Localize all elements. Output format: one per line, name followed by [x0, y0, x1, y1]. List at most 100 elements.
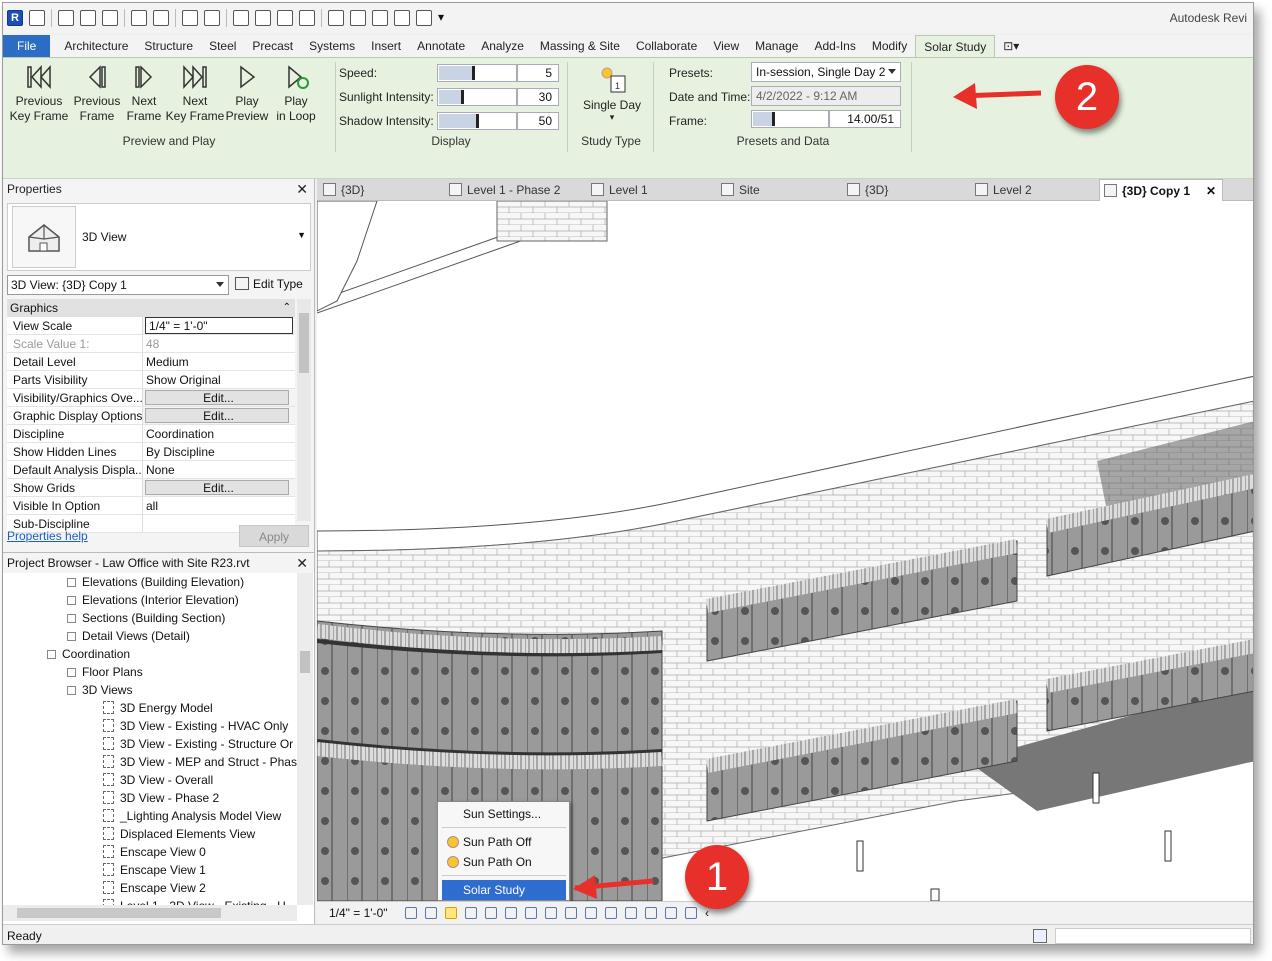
reveal-constraints-icon[interactable]: [685, 907, 697, 919]
expand-icon[interactable]: [67, 596, 76, 605]
expand-icon[interactable]: [67, 632, 76, 641]
property-edit-button[interactable]: Edit...: [145, 390, 289, 405]
presets-dropdown[interactable]: In-session, Single Day 2: [751, 62, 901, 82]
sunlight-intensity-slider[interactable]: [437, 88, 517, 106]
next-key-frame-button[interactable]: Next Key Frame: [163, 62, 227, 124]
highlight-displacement-icon[interactable]: [665, 907, 677, 919]
reveal-hidden-icon[interactable]: [585, 907, 597, 919]
browser-view-item[interactable]: _Lighting Analysis Model View: [103, 807, 281, 825]
worksharing-display-icon[interactable]: [625, 907, 637, 919]
slider-thumb[interactable]: [472, 66, 476, 80]
shadow-intensity-value[interactable]: 50: [517, 112, 559, 130]
property-value[interactable]: None: [143, 461, 295, 478]
section-icon[interactable]: [350, 10, 366, 26]
scrollbar-thumb[interactable]: [299, 313, 309, 373]
menu-item-sun-settings[interactable]: Sun Settings...: [442, 804, 566, 824]
sun-path-icon[interactable]: [445, 907, 457, 919]
browser-folder[interactable]: 3D Views: [67, 681, 132, 699]
property-value[interactable]: all: [143, 497, 295, 514]
ribbon-tab-manage[interactable]: Manage: [747, 35, 806, 57]
browser-folder[interactable]: Coordination: [47, 645, 130, 663]
ribbon-tab-file[interactable]: File: [3, 35, 51, 57]
close-icon[interactable]: ✕: [296, 179, 308, 199]
expand-icon[interactable]: [67, 668, 76, 677]
temporary-view-properties-icon[interactable]: [605, 907, 617, 919]
browser-scrollbar[interactable]: [297, 573, 313, 905]
analytical-model-icon[interactable]: [645, 907, 657, 919]
property-value[interactable]: Show Original: [143, 371, 295, 388]
ribbon-tab-add-ins[interactable]: Add-Ins: [806, 35, 863, 57]
ribbon-tab-modify[interactable]: Modify: [864, 35, 915, 57]
ribbon-tab-massing-site[interactable]: Massing & Site: [532, 35, 628, 57]
speed-value[interactable]: 5: [517, 64, 559, 82]
shadows-icon[interactable]: [465, 907, 477, 919]
view-scale[interactable]: 1/4" = 1'-0": [329, 902, 388, 924]
ribbon-minimize-icon[interactable]: ⊡▾: [995, 35, 1027, 57]
worksets-icon[interactable]: [1033, 929, 1047, 943]
previous-key-frame-button[interactable]: Previous Key Frame: [7, 62, 71, 124]
previous-frame-button[interactable]: Previous Frame: [71, 62, 123, 124]
ribbon-tab-precast[interactable]: Precast: [244, 35, 301, 57]
view-tab[interactable]: {3D}: [843, 179, 969, 201]
browser-view-item[interactable]: Enscape View 2: [103, 879, 206, 897]
view-tab[interactable]: Level 2: [971, 179, 1097, 201]
pdf-icon[interactable]: [204, 10, 220, 26]
home-icon[interactable]: [29, 10, 45, 26]
ribbon-tab-collaborate[interactable]: Collaborate: [628, 35, 705, 57]
tag-icon[interactable]: [277, 10, 293, 26]
temporary-hide-icon[interactable]: [565, 907, 577, 919]
ribbon-tab-solar-study[interactable]: Solar Study: [915, 35, 996, 57]
apply-button[interactable]: Apply: [239, 525, 309, 547]
revit-logo-icon[interactable]: R: [7, 10, 23, 26]
speed-slider[interactable]: [437, 64, 517, 82]
view-tab[interactable]: {3D} Copy 1 ✕: [1099, 179, 1223, 201]
unlocked-3d-view-icon[interactable]: [545, 907, 557, 919]
frame-slider[interactable]: [751, 110, 829, 128]
view-tab[interactable]: Level 1 - Phase 2: [445, 179, 585, 201]
close-hidden-windows-icon[interactable]: [394, 10, 410, 26]
frame-value[interactable]: 14.00/51: [829, 110, 901, 128]
text-icon[interactable]: [299, 10, 315, 26]
measure-icon[interactable]: [233, 10, 249, 26]
browser-view-item[interactable]: Enscape View 1: [103, 861, 206, 879]
view-tab[interactable]: {3D}: [319, 179, 443, 201]
save-icon[interactable]: [80, 10, 96, 26]
slider-thumb[interactable]: [460, 90, 464, 104]
next-frame-button[interactable]: Next Frame: [123, 62, 165, 124]
customize-toolbar-icon[interactable]: ▾: [438, 10, 446, 26]
browser-view-item[interactable]: 3D View - Existing - Structure Or: [103, 735, 293, 753]
instance-filter-dropdown[interactable]: 3D View: {3D} Copy 1: [7, 275, 229, 295]
view-tab[interactable]: Site: [717, 179, 841, 201]
property-value[interactable]: Medium: [143, 353, 295, 370]
expand-icon[interactable]: [47, 650, 56, 659]
slider-thumb[interactable]: [771, 112, 775, 126]
aligned-dimension-icon[interactable]: [255, 10, 271, 26]
date-time-field[interactable]: 4/2/2022 - 9:12 AM: [751, 86, 901, 106]
property-value[interactable]: 1/4" = 1'-0": [145, 317, 293, 334]
browser-view-item[interactable]: Displaced Elements View: [103, 825, 255, 843]
chevron-left-icon[interactable]: ‹: [705, 907, 709, 919]
expand-icon[interactable]: [67, 578, 76, 587]
property-edit-button[interactable]: Edit...: [145, 408, 289, 423]
slider-thumb[interactable]: [476, 114, 479, 128]
print-icon[interactable]: [182, 10, 198, 26]
ribbon-tab-steel[interactable]: Steel: [201, 35, 244, 57]
visual-style-icon[interactable]: [425, 907, 437, 919]
ribbon-tab-systems[interactable]: Systems: [301, 35, 363, 57]
type-selector[interactable]: 3D View ▼: [7, 203, 311, 271]
default-3d-view-icon[interactable]: [328, 10, 344, 26]
graphics-group-header[interactable]: Graphics ⌃: [7, 299, 295, 317]
browser-view-item[interactable]: 3D View - Phase 2: [103, 789, 219, 807]
property-edit-button[interactable]: Edit...: [145, 480, 289, 495]
switch-windows-icon[interactable]: [416, 10, 432, 26]
3d-view-canvas[interactable]: [317, 201, 1253, 901]
single-day-button[interactable]: 1 Single Day ▾: [577, 62, 647, 122]
menu-item-solar-study[interactable]: Solar Study: [442, 880, 566, 900]
browser-view-item[interactable]: Level 1 - 3D View - Existing - H: [103, 897, 286, 905]
play-preview-button[interactable]: Play Preview: [223, 62, 271, 124]
property-value[interactable]: By Discipline: [143, 443, 295, 460]
detail-level-icon[interactable]: [405, 907, 417, 919]
redo-icon[interactable]: [153, 10, 169, 26]
browser-folder[interactable]: Elevations (Interior Elevation): [67, 591, 239, 609]
show-crop-region-icon[interactable]: [525, 907, 537, 919]
